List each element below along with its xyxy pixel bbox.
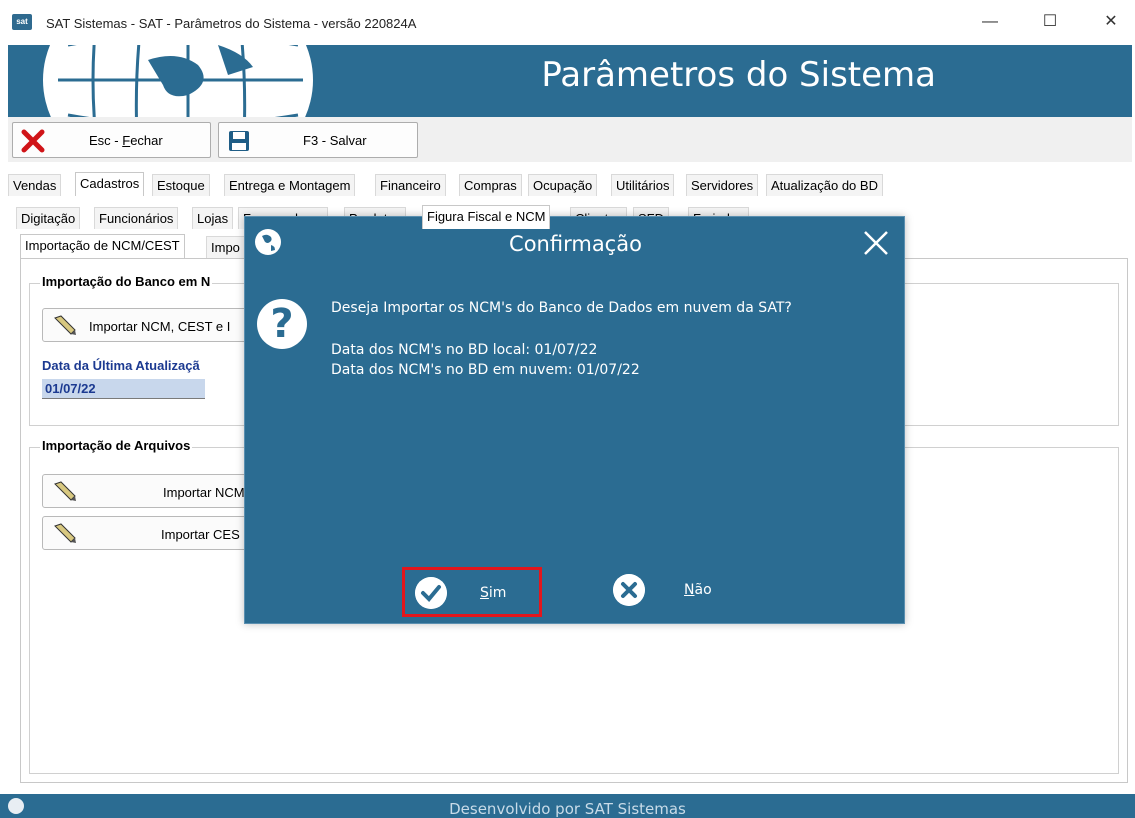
dialog-message: Deseja Importar os NCM's do Banco de Dad… [331, 300, 792, 316]
group-cloud-title: Importação do Banco em N [40, 274, 213, 289]
group-files-title: Importação de Arquivos [40, 438, 193, 453]
header-banner: Parâmetros do Sistema [8, 45, 1132, 117]
pen-nib-icon [54, 315, 76, 335]
tab-compras[interactable]: Compras [459, 174, 522, 196]
yes-button[interactable]: Sim [402, 567, 542, 617]
close-window-button[interactable]: ✕ [1096, 8, 1126, 36]
no-button-label: Não [684, 582, 712, 598]
status-text: Desenvolvido por SAT Sistemas [449, 800, 686, 818]
status-bar: Desenvolvido por SAT Sistemas [0, 794, 1135, 818]
close-icon[interactable] [862, 229, 890, 257]
question-icon: ? [257, 299, 307, 349]
tab-cadastros[interactable]: Cadastros [75, 172, 145, 196]
tab-atualizacao-bd[interactable]: Atualização do BD [766, 174, 883, 196]
tab-importacao-ncm-cest[interactable]: Importação de NCM/CEST [20, 234, 185, 258]
save-button-label: F3 - Salvar [303, 133, 367, 148]
red-x-icon [21, 129, 45, 153]
minimize-button[interactable]: — [975, 8, 1005, 36]
no-button[interactable]: Não [610, 567, 730, 617]
dialog-local-date: Data dos NCM's no BD local: 01/07/22 [331, 342, 598, 358]
maximize-button[interactable]: ☐ [1035, 8, 1065, 36]
dialog-body: ? Deseja Importar os NCM's do Banco de D… [245, 272, 906, 572]
app-logo-icon: sat [12, 14, 32, 30]
tab-utilitarios[interactable]: Utilitários [611, 174, 675, 196]
floppy-disk-icon [229, 131, 249, 151]
tab-digitacao[interactable]: Digitação [16, 207, 81, 229]
banner-title: Parâmetros do Sistema [541, 55, 936, 95]
import-cest-file-label: Importar CES [161, 527, 240, 542]
pen-nib-icon [54, 523, 76, 543]
tab-entrega-montagem[interactable]: Entrega e Montagem [224, 174, 356, 196]
x-icon [613, 574, 645, 606]
close-button[interactable]: Esc - Fechar [12, 122, 211, 158]
tab-lojas[interactable]: Lojas [192, 207, 234, 229]
toolbar: Esc - Fechar F3 - Salvar [8, 117, 1132, 162]
tab-funcionarios[interactable]: Funcionários [94, 207, 179, 229]
yes-button-label: Sim [480, 585, 507, 601]
main-tab-bar: Vendas Cadastros Estoque Entrega e Monta… [8, 172, 1132, 198]
window-title: SAT Sistemas - SAT - Parâmetros do Siste… [46, 16, 417, 31]
tab-ocupacao[interactable]: Ocupação [528, 174, 598, 196]
save-button[interactable]: F3 - Salvar [218, 122, 418, 158]
dialog-cloud-date: Data dos NCM's no BD em nuvem: 01/07/22 [331, 362, 640, 378]
close-button-label: Esc - Fechar [89, 133, 163, 148]
tab-importacao-other[interactable]: Impo [206, 236, 245, 258]
confirmation-dialog: Confirmação ? Deseja Importar os NCM's d… [244, 216, 905, 624]
tab-servidores[interactable]: Servidores [686, 174, 759, 196]
pen-nib-icon [54, 481, 76, 501]
check-icon [415, 577, 447, 609]
tab-figura-fiscal-ncm[interactable]: Figura Fiscal e NCM [422, 205, 551, 229]
last-update-label: Data da Última Atualizaçã [42, 358, 200, 373]
tab-vendas[interactable]: Vendas [8, 174, 62, 196]
globe-icon [43, 45, 313, 117]
import-ncm-file-label: Importar NCM [163, 485, 245, 500]
window-title-bar: sat SAT Sistemas - SAT - Parâmetros do S… [0, 0, 1135, 45]
tab-financeiro[interactable]: Financeiro [375, 174, 446, 196]
last-update-date-field[interactable]: 01/07/22 [42, 379, 205, 399]
dialog-title: Confirmação [509, 232, 642, 256]
tab-estoque[interactable]: Estoque [152, 174, 210, 196]
import-ncm-cest-cloud-label: Importar NCM, CEST e I [89, 319, 231, 334]
